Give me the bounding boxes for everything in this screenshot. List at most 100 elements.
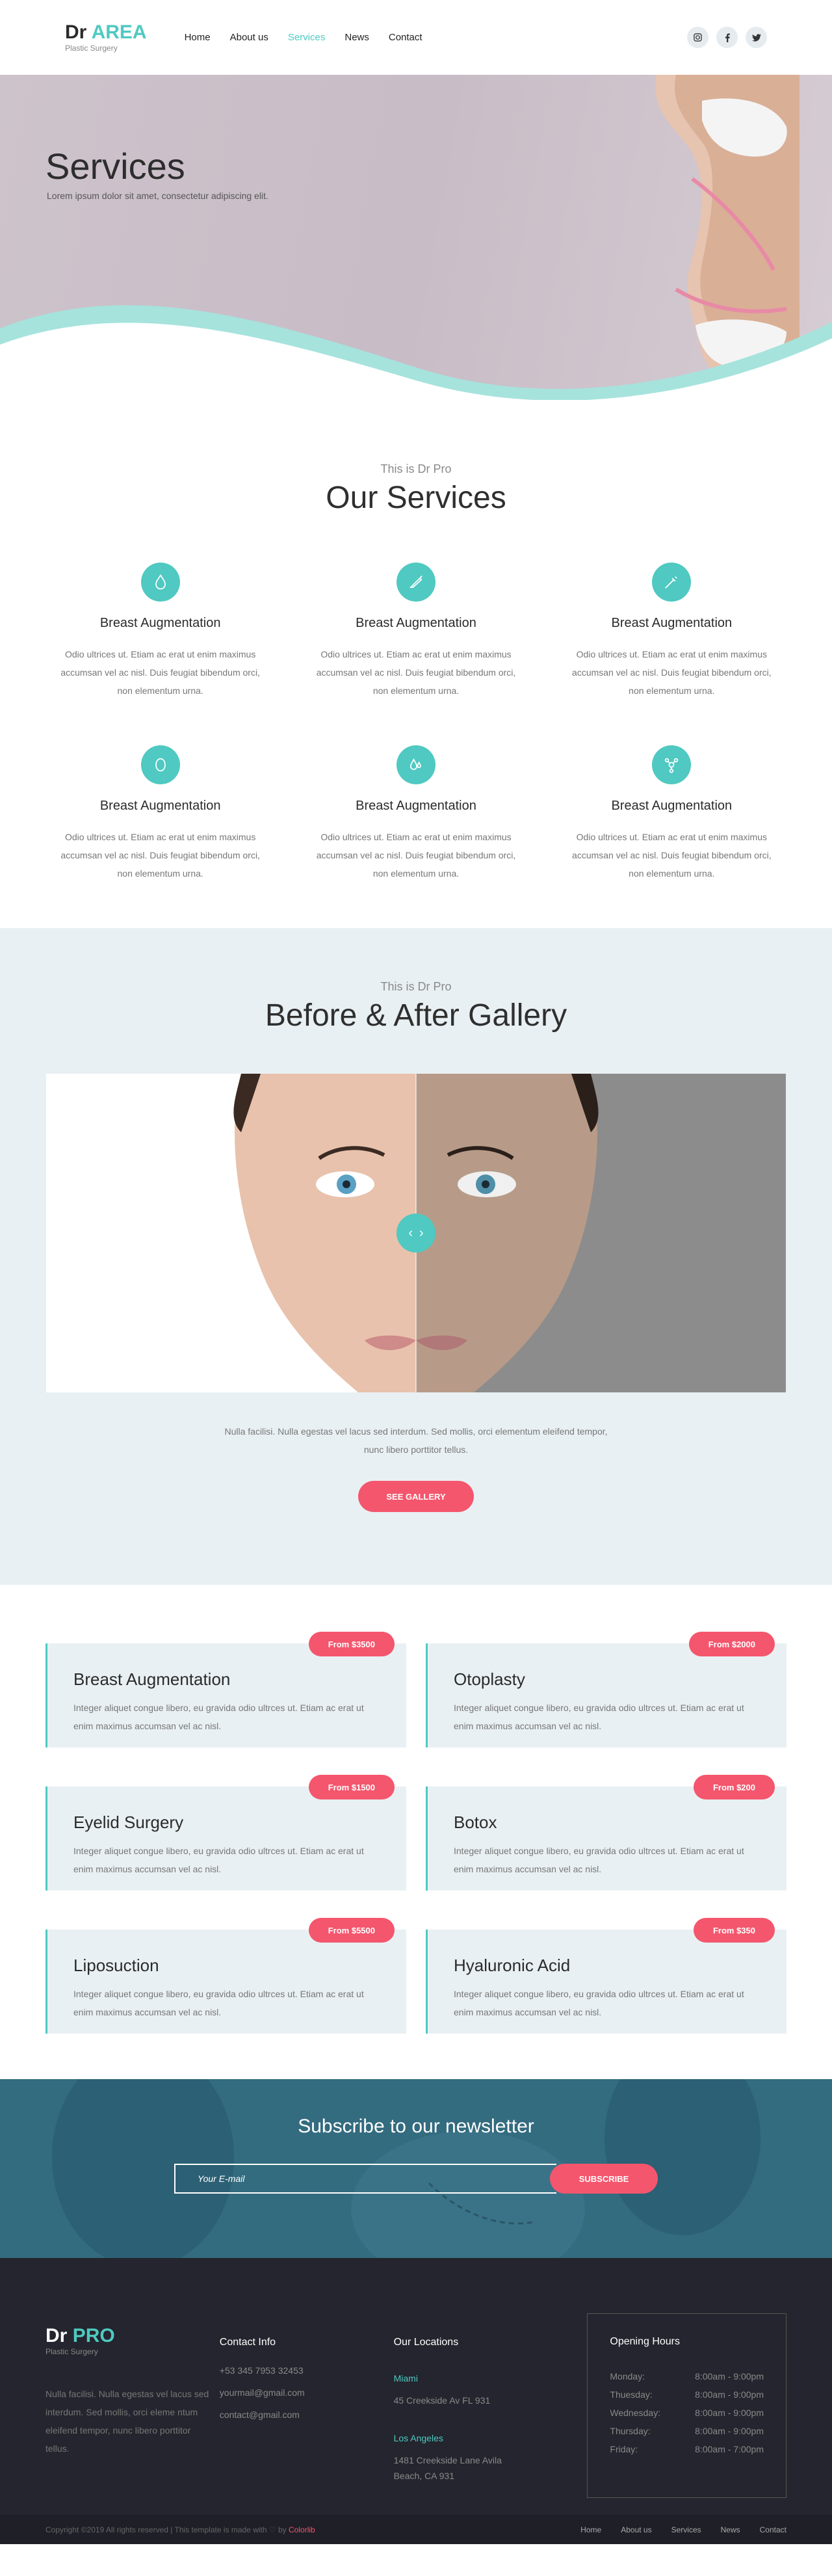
price-text: Integer aliquet congue libero, eu gravid… xyxy=(73,1846,364,1874)
service-text: Odio ultrices ut. Etiam ac erat ut enim … xyxy=(572,649,772,696)
facebook-icon[interactable] xyxy=(716,27,738,48)
service-text: Odio ultrices ut. Etiam ac erat ut enim … xyxy=(316,649,516,696)
service-title: Breast Augmentation xyxy=(356,799,476,813)
hours-row: Thuesday: 8:00am - 9:00pm xyxy=(610,2389,764,2400)
newsletter-title: Subscribe to our newsletter xyxy=(298,2116,534,2137)
main-nav: Home About us Services News Contact xyxy=(185,32,422,43)
service-card: Breast Augmentation Odio ultrices ut. Et… xyxy=(301,745,530,883)
colorlib-link[interactable]: Colorlib xyxy=(289,2525,315,2534)
price-card: From $5500 Liposuction Integer aliquet c… xyxy=(46,1918,406,2034)
hours-row: Wednesday: 8:00am - 9:00pm xyxy=(610,2408,764,2418)
service-text: Odio ultrices ut. Etiam ac erat ut enim … xyxy=(60,649,260,696)
email-input[interactable] xyxy=(174,2164,556,2194)
gallery-title: Before & After Gallery xyxy=(265,998,567,1033)
nav-home[interactable]: Home xyxy=(185,32,211,43)
footer-logo[interactable]: Dr PRO xyxy=(46,2326,220,2346)
logo[interactable]: Dr AREA Plastic Surgery xyxy=(65,21,147,53)
services-grid: Breast Augmentation Odio ultrices ut. Et… xyxy=(46,563,786,883)
social-links xyxy=(687,27,767,48)
footer-logo-subtitle: Plastic Surgery xyxy=(46,2347,98,2356)
price-title: Eyelid Surgery xyxy=(73,1812,184,1832)
price-card: From $2000 Otoplasty Integer aliquet con… xyxy=(426,1632,786,1747)
contact-phone[interactable]: +53 345 7953 32453 xyxy=(220,2365,394,2376)
price-text: Integer aliquet congue libero, eu gravid… xyxy=(73,1989,364,2017)
services-kicker: This is Dr Pro xyxy=(380,462,452,475)
price-title: Otoplasty xyxy=(454,1669,525,1689)
logo-dr: Dr xyxy=(65,21,87,43)
footer-contact: Contact Info +53 345 7953 32453 yourmail… xyxy=(220,2326,394,2498)
chevron-left-icon: ‹ xyxy=(408,1225,413,1240)
see-gallery-button[interactable]: SEE GALLERY xyxy=(358,1481,474,1512)
location-address: 45 Creekside Av FL 931 xyxy=(393,2395,491,2406)
chevron-right-icon: › xyxy=(419,1225,424,1240)
logo-name: AREA xyxy=(91,21,147,43)
slider-handle[interactable]: ‹ › xyxy=(396,1214,436,1253)
price-badge: From $200 xyxy=(693,1775,775,1799)
scalpel-icon xyxy=(396,563,436,602)
footer-nav-about[interactable]: About us xyxy=(621,2525,651,2534)
service-text: Odio ultrices ut. Etiam ac erat ut enim … xyxy=(60,832,260,879)
hours-day: Thursday: xyxy=(610,2426,651,2436)
price-title: Hyaluronic Acid xyxy=(454,1956,571,1975)
service-card: Breast Augmentation Odio ultrices ut. Et… xyxy=(301,563,530,700)
hours-day: Thuesday: xyxy=(610,2389,653,2400)
site-header: Dr AREA Plastic Surgery Home About us Se… xyxy=(0,0,832,75)
drops-icon xyxy=(396,745,436,784)
price-text: Integer aliquet congue libero, eu gravid… xyxy=(454,1846,744,1874)
contact-heading: Contact Info xyxy=(219,2337,276,2348)
footer-nav-news[interactable]: News xyxy=(721,2525,740,2534)
gallery-text: Nulla facilisi. Nulla egestas vel lacus … xyxy=(224,1426,608,1455)
hours-row: Thursday: 8:00am - 9:00pm xyxy=(610,2426,764,2436)
hours-row: Monday: 8:00am - 9:00pm xyxy=(610,2371,764,2382)
service-title: Breast Augmentation xyxy=(611,616,733,630)
page-subtitle: Lorem ipsum dolor sit amet, consectetur … xyxy=(47,191,268,201)
service-card: Breast Augmentation Odio ultrices ut. Et… xyxy=(557,563,786,700)
price-card: From $1500 Eyelid Surgery Integer alique… xyxy=(46,1775,406,1891)
gallery-section: This is Dr Pro Before & After Gallery ‹ … xyxy=(0,928,832,1585)
nav-about[interactable]: About us xyxy=(230,32,268,43)
service-title: Breast Augmentation xyxy=(611,799,733,813)
contact-email[interactable]: yourmail@gmail.com xyxy=(220,2387,394,2398)
logo-subtitle: Plastic Surgery xyxy=(65,43,118,53)
footer-nav: Home About us Services News Contact xyxy=(580,2525,786,2534)
price-title: Liposuction xyxy=(73,1956,159,1975)
nav-news[interactable]: News xyxy=(344,32,369,43)
copyright-label: Copyright ©2019 All rights reserved | Th… xyxy=(46,2525,287,2534)
footer-columns: Dr PRO Plastic Surgery Nulla facilisi. N… xyxy=(46,2313,786,2498)
before-after-slider[interactable]: ‹ › xyxy=(46,1074,786,1392)
location-city: Los Angeles xyxy=(393,2433,443,2443)
footer-bottom-bar: Copyright ©2019 All rights reserved | Th… xyxy=(0,2515,832,2544)
footer-nav-contact[interactable]: Contact xyxy=(760,2525,786,2534)
drop-icon xyxy=(140,563,180,602)
hero-banner: Services Lorem ipsum dolor sit amet, con… xyxy=(0,75,832,400)
contact-email[interactable]: contact@gmail.com xyxy=(220,2410,394,2420)
subscribe-button[interactable]: SUBSCRIBE xyxy=(550,2164,658,2194)
footer-logo-dr: Dr xyxy=(46,2325,68,2346)
hours-time: 8:00am - 9:00pm xyxy=(695,2371,764,2382)
gallery-kicker: This is Dr Pro xyxy=(380,980,452,993)
price-card: From $3500 Breast Augmentation Integer a… xyxy=(46,1632,406,1747)
price-title: Breast Augmentation xyxy=(73,1669,231,1689)
price-badge: From $3500 xyxy=(308,1632,395,1656)
service-card: Breast Augmentation Odio ultrices ut. Et… xyxy=(46,563,275,700)
copyright-text: Copyright ©2019 All rights reserved | Th… xyxy=(46,2525,315,2534)
footer-nav-services[interactable]: Services xyxy=(671,2525,701,2534)
instagram-icon[interactable] xyxy=(687,27,708,48)
nav-services[interactable]: Services xyxy=(288,32,326,43)
services-section: This is Dr Pro Our Services Breast Augme… xyxy=(0,400,832,928)
twitter-icon[interactable] xyxy=(746,27,767,48)
newsletter-form: SUBSCRIBE xyxy=(0,2164,832,2194)
footer-nav-home[interactable]: Home xyxy=(580,2525,601,2534)
price-card: From $200 Botox Integer aliquet congue l… xyxy=(426,1775,786,1891)
hours-time: 8:00am - 7:00pm xyxy=(695,2444,764,2454)
price-badge: From $350 xyxy=(693,1918,775,1943)
prices-section: From $3500 Breast Augmentation Integer a… xyxy=(0,1585,832,2079)
footer-about: Dr PRO Plastic Surgery Nulla facilisi. N… xyxy=(46,2326,220,2498)
nav-contact[interactable]: Contact xyxy=(389,32,422,43)
service-text: Odio ultrices ut. Etiam ac erat ut enim … xyxy=(572,832,772,879)
opening-hours: Opening Hours Monday: 8:00am - 9:00pm Thu… xyxy=(587,2313,786,2498)
locations-heading: Our Locations xyxy=(393,2337,459,2348)
service-title: Breast Augmentation xyxy=(99,616,221,630)
hours-heading: Opening Hours xyxy=(610,2336,681,2347)
price-card: From $350 Hyaluronic Acid Integer alique… xyxy=(426,1918,786,2034)
